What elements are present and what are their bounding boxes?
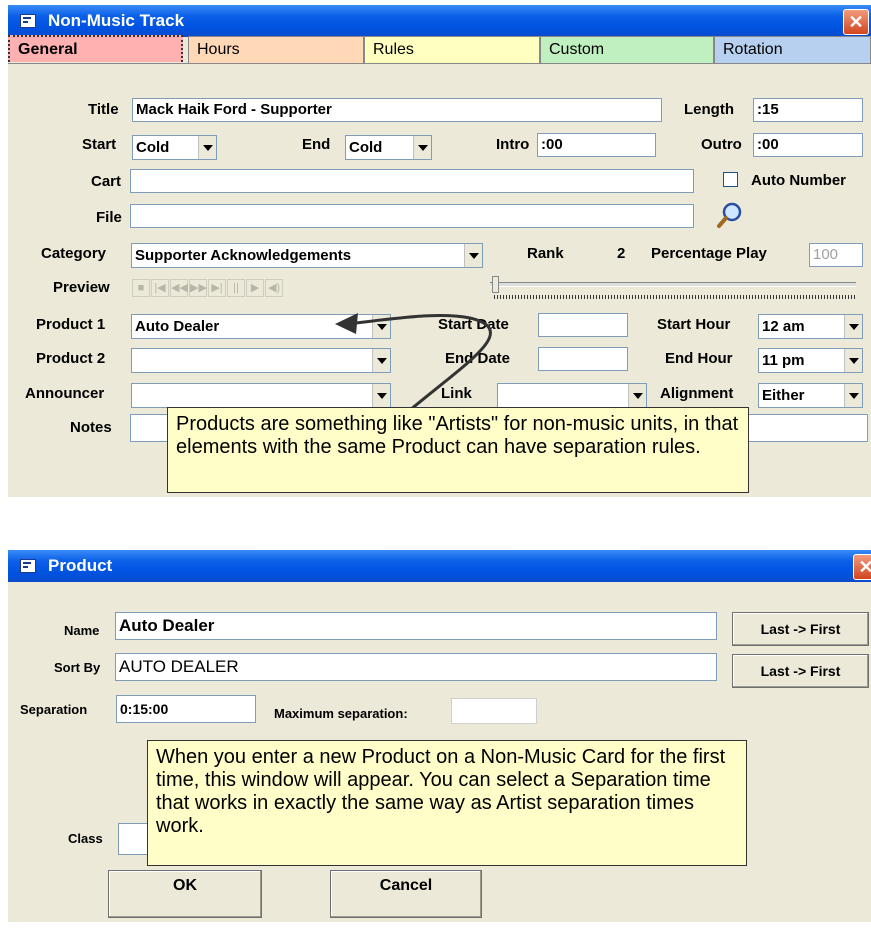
auto-number-label: Auto Number	[751, 172, 846, 189]
end-select[interactable]: Cold	[345, 135, 432, 160]
first-icon[interactable]: |◀	[151, 279, 169, 297]
length-field[interactable]: :15	[753, 98, 863, 122]
chevron-down-icon[interactable]	[464, 244, 482, 267]
product-window: Product ✕ Name Auto Dealer Last -> First…	[8, 550, 871, 922]
window-title: Non-Music Track	[48, 11, 185, 30]
chevron-down-icon[interactable]	[372, 315, 390, 338]
chevron-down-icon[interactable]	[413, 136, 431, 159]
end-date-field[interactable]	[538, 347, 628, 371]
max-separation-label: Maximum separation:	[274, 706, 408, 721]
play-icon[interactable]: ▶	[246, 279, 264, 297]
category-select[interactable]: Supporter Acknowledgements	[131, 243, 483, 268]
sort-by-label: Sort By	[54, 660, 101, 675]
product-window-callout: When you enter a new Product on a Non-Mu…	[147, 740, 747, 866]
cancel-button[interactable]: Cancel	[330, 870, 482, 918]
tab-rotation[interactable]: Rotation	[714, 36, 871, 63]
start-hour-label: Start Hour	[657, 316, 731, 333]
separation-field[interactable]: 0:15:00	[116, 695, 256, 723]
close-button[interactable]: ✕	[843, 9, 869, 35]
chevron-down-icon[interactable]	[628, 384, 646, 407]
end-hour-select[interactable]: 11 pm	[758, 348, 863, 373]
alignment-label: Alignment	[660, 385, 734, 402]
title-label: Title	[88, 101, 119, 118]
product1-label: Product 1	[36, 316, 106, 333]
name-last-first-button[interactable]: Last -> First	[732, 612, 869, 646]
slider-ticks	[494, 295, 856, 299]
preview-label: Preview	[53, 279, 110, 296]
tab-hours[interactable]: Hours	[188, 36, 364, 63]
class-label: Class	[68, 831, 103, 846]
end-date-label: End Date	[445, 350, 511, 367]
rank-label: Rank	[527, 245, 564, 262]
pause-icon[interactable]: ||	[227, 279, 245, 297]
start-label: Start	[82, 136, 117, 153]
intro-label: Intro	[496, 136, 530, 153]
announcer-label: Announcer	[25, 385, 105, 402]
name-field[interactable]: Auto Dealer	[115, 612, 717, 640]
link-select[interactable]	[497, 383, 647, 408]
alignment-select[interactable]: Either	[758, 383, 863, 408]
outro-label: Outro	[701, 136, 742, 153]
stop-icon[interactable]: ■	[132, 279, 150, 297]
product1-select[interactable]: Auto Dealer	[131, 314, 391, 339]
category-label: Category	[41, 245, 107, 262]
title-bar[interactable]: Product ✕	[8, 550, 871, 582]
chevron-down-icon[interactable]	[844, 349, 862, 372]
app-icon	[20, 14, 36, 28]
slider-track	[490, 282, 856, 287]
ok-button[interactable]: OK	[108, 870, 262, 918]
max-separation-field[interactable]	[451, 698, 537, 724]
title-field[interactable]: Mack Haik Ford - Supporter	[132, 98, 662, 122]
auto-number-checkbox[interactable]	[723, 172, 738, 187]
cart-label: Cart	[91, 173, 122, 190]
start-date-label: Start Date	[438, 316, 509, 333]
percentage-play-label: Percentage Play	[651, 245, 767, 262]
chevron-down-icon[interactable]	[844, 315, 862, 338]
tab-general[interactable]: General	[8, 35, 183, 62]
close-button[interactable]: ✕	[853, 554, 871, 580]
tab-custom[interactable]: Custom	[540, 36, 714, 63]
tab-divider	[8, 63, 871, 64]
outro-field[interactable]: :00	[753, 133, 863, 157]
file-label: File	[96, 209, 122, 226]
start-date-field[interactable]	[538, 313, 628, 337]
last-icon[interactable]: ▶|	[208, 279, 226, 297]
fast-forward-icon[interactable]: ▶▶	[189, 279, 207, 297]
volume-icon[interactable]: ◀)	[265, 279, 283, 297]
rewind-icon[interactable]: ◀◀	[170, 279, 188, 297]
end-hour-label: End Hour	[665, 350, 733, 367]
magnifier-icon	[717, 202, 742, 228]
product2-select[interactable]	[131, 348, 391, 373]
intro-field[interactable]: :00	[537, 133, 656, 157]
preview-toolbar: ■ |◀ ◀◀ ▶▶ ▶| || ▶ ◀)	[132, 279, 392, 297]
start-select[interactable]: Cold	[132, 135, 217, 160]
preview-slider[interactable]	[488, 275, 858, 301]
sort-by-field[interactable]: AUTO DEALER	[115, 653, 717, 681]
chevron-down-icon[interactable]	[372, 384, 390, 407]
start-hour-select[interactable]: 12 am	[758, 314, 863, 339]
browse-file-button[interactable]	[716, 201, 746, 229]
notes-label: Notes	[70, 419, 112, 436]
chevron-down-icon[interactable]	[198, 136, 216, 159]
link-label: Link	[441, 385, 472, 402]
app-icon	[20, 559, 36, 573]
separation-label: Separation	[20, 702, 88, 717]
percentage-play-field: 100	[809, 243, 863, 267]
window-title: Product	[48, 556, 113, 575]
length-label: Length	[684, 101, 734, 118]
end-label: End	[302, 136, 331, 153]
tab-rules[interactable]: Rules	[364, 36, 540, 63]
sort-by-last-first-button[interactable]: Last -> First	[732, 654, 869, 688]
product2-label: Product 2	[36, 350, 106, 367]
title-bar[interactable]: Non-Music Track ✕	[8, 5, 871, 37]
rank-value: 2	[617, 245, 626, 262]
chevron-down-icon[interactable]	[372, 349, 390, 372]
cart-field[interactable]	[130, 169, 694, 193]
file-field[interactable]	[130, 204, 694, 228]
announcer-select[interactable]	[131, 383, 391, 408]
name-label: Name	[64, 623, 100, 638]
chevron-down-icon[interactable]	[844, 384, 862, 407]
products-callout: Products are something like "Artists" fo…	[167, 407, 749, 493]
slider-thumb[interactable]	[492, 276, 499, 293]
